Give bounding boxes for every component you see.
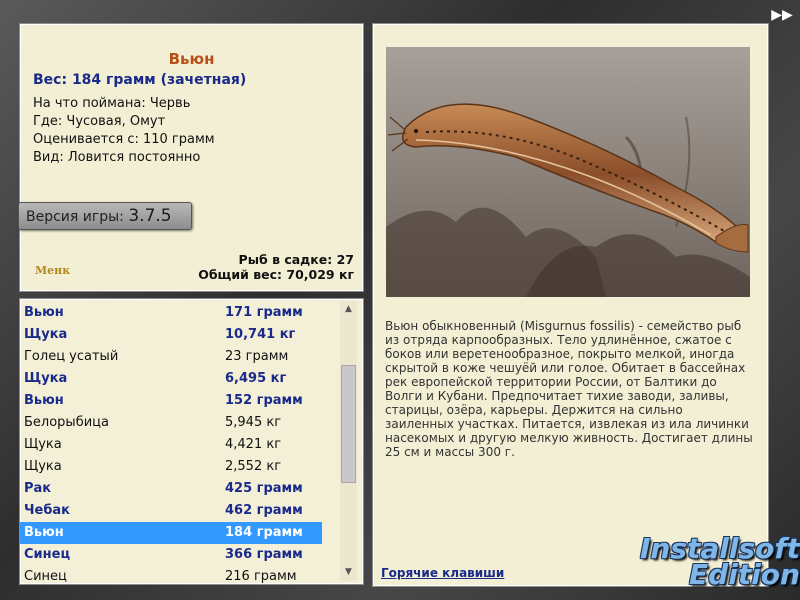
fish-name-cell: Синец (24, 569, 67, 584)
fish-name: Вьюн (168, 50, 215, 68)
version-badge: Версия игры: 3.7.5 (18, 202, 192, 230)
version-number: 3.7.5 (128, 206, 172, 226)
watermark-line2: Edition (689, 558, 800, 591)
fast-forward-button[interactable]: ▶▶ (770, 6, 794, 24)
list-item[interactable]: Рак 425 грамм (20, 478, 322, 500)
fish-name-cell: Щука (24, 437, 62, 452)
fish-name-cell: Чебак (24, 503, 70, 518)
location: Где: Чусовая, Омут (33, 114, 166, 129)
scroll-down-button[interactable]: ▼ (340, 564, 357, 581)
fish-name-cell: Вьюн (24, 305, 64, 320)
scroll-thumb[interactable] (341, 365, 356, 483)
keepnet-count: Рыб в садке: 27 (238, 252, 354, 267)
fish-name-cell: Рак (24, 481, 52, 496)
fish-weight-cell: 23 грамм (225, 349, 289, 364)
fish-name-cell: Щука (24, 327, 68, 342)
version-label: Версия игры: (26, 209, 124, 225)
chevron-down-icon: ▼ (345, 567, 352, 577)
fish-weight-cell: 216 грамм (225, 569, 297, 584)
chevron-up-icon: ▲ (345, 304, 352, 314)
fish-description-panel: Вьюн обыкновенный (Misgurnus fossilis) -… (372, 23, 769, 587)
catch-list-panel[interactable]: Вьюн 171 грамм Щука 10,741 кг Голец усатый 23… (19, 298, 364, 585)
fish-kind: Вид: Ловится постоянно (33, 150, 201, 165)
list-item[interactable]: Щука 2,552 кг (20, 456, 322, 478)
loach-illustration (386, 47, 750, 297)
fish-name-cell: Вьюн (24, 393, 64, 408)
fish-weight-cell: 184 грамм (225, 525, 303, 540)
list-item[interactable]: Белорыбица 5,945 кг (20, 412, 322, 434)
list-item-selected[interactable]: Вьюн 184 грамм (20, 522, 322, 544)
rated-from: Оценивается с: 110 грамм (33, 132, 215, 147)
fish-weight-cell: 5,945 кг (225, 415, 282, 430)
list-item[interactable]: Щука 4,421 кг (20, 434, 322, 456)
list-item[interactable]: Вьюн 152 грамм (20, 390, 322, 412)
installsoft-watermark: Installsoft Edition (640, 535, 800, 591)
caught-on: На что поймана: Червь (33, 96, 191, 111)
fish-weight-cell: 2,552 кг (225, 459, 282, 474)
list-item[interactable]: Вьюн 171 грамм (20, 302, 322, 324)
fish-photo (386, 47, 750, 297)
fish-weight-cell: 462 грамм (225, 503, 303, 518)
list-item[interactable]: Щука 10,741 кг (20, 324, 322, 346)
fish-weight-cell: 425 грамм (225, 481, 303, 496)
fish-name-cell: Вьюн (24, 525, 64, 540)
list-item[interactable]: Голец усатый 23 грамм (20, 346, 322, 368)
fish-weight: Вес: 184 грамм (зачетная) (33, 72, 247, 88)
small-logo: Менк (35, 264, 71, 277)
fish-weight-cell: 10,741 кг (225, 327, 296, 342)
fish-weight-cell: 366 грамм (225, 547, 303, 562)
total-weight: Общий вес: 70,029 кг (198, 267, 354, 282)
fish-weight-cell: 4,421 кг (225, 437, 282, 452)
fish-weight-cell: 6,495 кг (225, 371, 287, 386)
fish-name-cell: Синец (24, 547, 71, 562)
list-item[interactable]: Чебак 462 грамм (20, 500, 322, 522)
fish-weight-cell: 171 грамм (225, 305, 303, 320)
fish-name-cell: Щука (24, 459, 62, 474)
fish-description: Вьюн обыкновенный (Misgurnus fossilis) -… (385, 319, 753, 459)
fish-weight-cell: 152 грамм (225, 393, 303, 408)
fast-forward-icon: ▶▶ (771, 7, 793, 23)
scroll-up-button[interactable]: ▲ (340, 301, 357, 318)
list-item[interactable]: Синец 216 грамм (20, 566, 322, 588)
fish-info-panel: Вьюн Вес: 184 грамм (зачетная) На что по… (18, 23, 364, 292)
fish-name-cell: Щука (24, 371, 68, 386)
fish-name-cell: Голец усатый (24, 349, 119, 364)
list-scrollbar[interactable]: ▲ ▼ (340, 301, 357, 581)
hotkeys-link[interactable]: Горячие клавиши (381, 566, 504, 580)
fish-name-cell: Белорыбица (24, 415, 109, 430)
list-item[interactable]: Щука 6,495 кг (20, 368, 322, 390)
list-item[interactable]: Синец 366 грамм (20, 544, 322, 566)
